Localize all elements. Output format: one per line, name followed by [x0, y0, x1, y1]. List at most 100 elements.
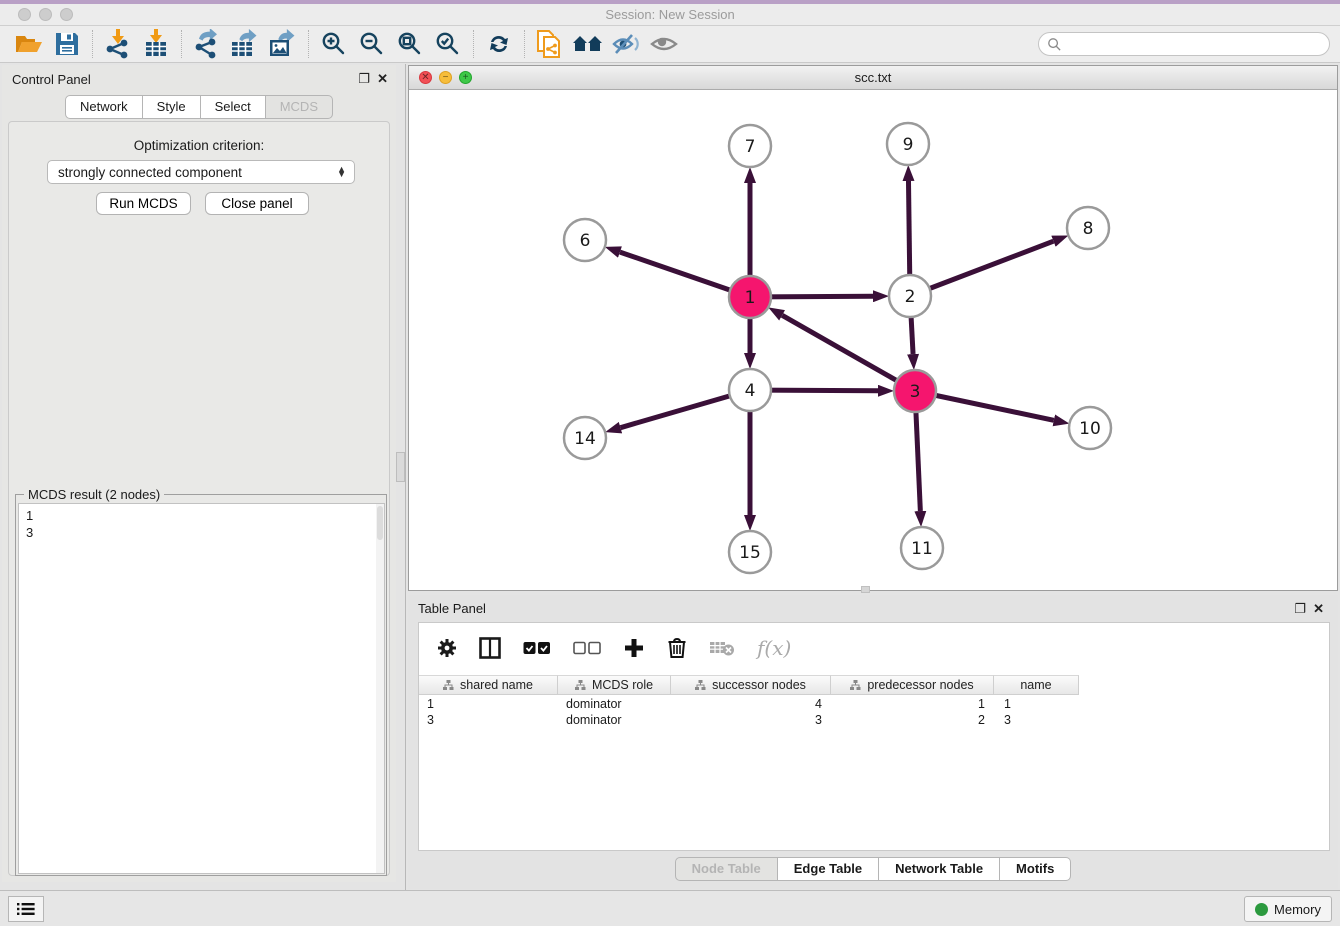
select-all-icon[interactable]: [523, 641, 551, 655]
mcds-result-line: 3: [26, 524, 384, 541]
column-header-successor-nodes[interactable]: successor nodes: [671, 675, 831, 695]
refresh-icon[interactable]: [480, 28, 518, 60]
network-maximize-button[interactable]: +: [459, 71, 472, 84]
graph-node-label-15: 15: [739, 543, 761, 563]
run-mcds-button[interactable]: Run MCDS: [96, 192, 191, 215]
graph-node-label-10: 10: [1079, 419, 1101, 439]
export-network-icon[interactable]: [188, 28, 226, 60]
column-type-icon: [575, 680, 586, 691]
graph-node-label-14: 14: [574, 429, 596, 449]
import-table-icon[interactable]: [137, 28, 175, 60]
mcds-result-list[interactable]: 1 3: [18, 503, 385, 874]
tab-style[interactable]: Style: [143, 95, 201, 119]
tab-network[interactable]: Network: [65, 95, 143, 119]
control-panel-tabs: Network Style Select MCDS: [2, 95, 396, 119]
zoom-selected-icon[interactable]: [429, 28, 467, 60]
first-neighbors-icon[interactable]: [569, 28, 607, 60]
graph-node-label-2: 2: [905, 287, 916, 307]
select-stepper-icon: ▲▼: [337, 167, 346, 177]
tab-edge-table[interactable]: Edge Table: [778, 857, 879, 881]
float-table-panel-icon[interactable]: ❐: [1294, 601, 1306, 617]
main-toolbar: [0, 26, 1340, 63]
table-panel-tabs: Node Table Edge Table Network Table Moti…: [408, 857, 1338, 881]
toolbar-separator: [92, 30, 93, 58]
column-header-predecessor-nodes[interactable]: predecessor nodes: [831, 675, 994, 695]
mcds-result-line: 1: [26, 507, 384, 524]
graph-edge-2-8[interactable]: [910, 241, 1053, 296]
column-type-icon: [850, 680, 861, 691]
memory-status-icon: [1255, 903, 1268, 916]
graph-node-label-9: 9: [903, 135, 914, 155]
close-table-panel-icon[interactable]: ✕: [1313, 601, 1324, 617]
tab-motifs[interactable]: Motifs: [1000, 857, 1071, 881]
graph-node-label-1: 1: [745, 288, 756, 308]
window-minimize-button[interactable]: [39, 8, 52, 21]
export-table-icon[interactable]: [226, 28, 264, 60]
network-canvas[interactable]: 7968124314101511: [409, 90, 1337, 590]
table-row[interactable]: 3 dominator 3 2 3: [419, 713, 1079, 729]
control-panel-title: Control Panel: [12, 72, 91, 87]
table-toolbar: f(x): [419, 623, 1329, 673]
function-builder-icon[interactable]: f(x): [757, 636, 791, 660]
graph-node-label-7: 7: [745, 137, 756, 157]
window-zoom-button[interactable]: [60, 8, 73, 21]
tab-select[interactable]: Select: [201, 95, 266, 119]
network-minimize-button[interactable]: −: [439, 71, 452, 84]
table-header-row: shared name MCDS role successor nodes pr…: [419, 675, 1079, 695]
panel-divider: [405, 64, 406, 890]
column-header-name[interactable]: name: [994, 675, 1079, 695]
float-panel-icon[interactable]: ❐: [358, 71, 370, 87]
graph-node-label-6: 6: [580, 231, 591, 251]
network-close-button[interactable]: ✕: [419, 71, 432, 84]
memory-label: Memory: [1274, 902, 1321, 917]
import-network-icon[interactable]: [99, 28, 137, 60]
table-panel-title: Table Panel: [418, 601, 486, 616]
toolbar-separator: [308, 30, 309, 58]
column-header-shared-name[interactable]: shared name: [419, 675, 558, 695]
result-scrollbar[interactable]: [376, 504, 384, 873]
show-columns-icon[interactable]: [479, 637, 501, 659]
toolbar-separator: [181, 30, 182, 58]
tab-mcds[interactable]: MCDS: [266, 95, 333, 119]
column-type-icon: [443, 680, 454, 691]
zoom-fit-icon[interactable]: [391, 28, 429, 60]
tab-node-table[interactable]: Node Table: [675, 857, 778, 881]
mcds-result-group: MCDS result (2 nodes) 1 3: [15, 494, 387, 876]
panel-divider-handle[interactable]: [396, 452, 405, 482]
export-image-icon[interactable]: [264, 28, 302, 60]
memory-button[interactable]: Memory: [1244, 896, 1332, 922]
search-input[interactable]: [1062, 37, 1312, 52]
table-row[interactable]: 1 dominator 4 1 1: [419, 697, 1079, 713]
split-pane-handle[interactable]: [861, 586, 870, 593]
tab-network-table[interactable]: Network Table: [879, 857, 1000, 881]
network-window-titlebar: ✕ − + scc.txt: [409, 66, 1337, 90]
graph-edge-3-1[interactable]: [782, 315, 915, 391]
add-column-icon[interactable]: [623, 637, 645, 659]
search-box[interactable]: [1038, 32, 1330, 56]
delete-table-icon[interactable]: [709, 639, 735, 657]
table-mode-gear-icon[interactable]: [437, 638, 457, 658]
save-session-icon[interactable]: [48, 28, 86, 60]
close-panel-button[interactable]: Close panel: [205, 192, 309, 215]
search-icon: [1047, 37, 1062, 52]
task-history-button[interactable]: [8, 896, 44, 922]
close-panel-icon[interactable]: ✕: [377, 71, 388, 87]
app-titlebar: Session: New Session: [0, 4, 1340, 26]
hide-graphics-details-icon[interactable]: [607, 28, 645, 60]
zoom-in-icon[interactable]: [315, 28, 353, 60]
open-file-icon[interactable]: [10, 28, 48, 60]
zoom-out-icon[interactable]: [353, 28, 391, 60]
network-graph[interactable]: 7968124314101511: [409, 90, 1337, 590]
graph-node-label-11: 11: [911, 539, 933, 559]
status-bar: Memory: [0, 890, 1340, 926]
criterion-select[interactable]: strongly connected component ▲▼: [47, 160, 355, 184]
result-scrollbar-thumb[interactable]: [377, 506, 383, 540]
mcds-result-group-title: MCDS result (2 nodes): [24, 487, 164, 502]
delete-columns-icon[interactable]: [667, 637, 687, 659]
window-close-button[interactable]: [18, 8, 31, 21]
column-header-mcds-role[interactable]: MCDS role: [558, 675, 671, 695]
show-graphics-details-icon[interactable]: [645, 28, 683, 60]
deselect-all-icon[interactable]: [573, 641, 601, 655]
node-table-container: f(x) shared name MCDS role successor nod…: [418, 622, 1330, 851]
new-network-from-selection-icon[interactable]: [531, 28, 569, 60]
